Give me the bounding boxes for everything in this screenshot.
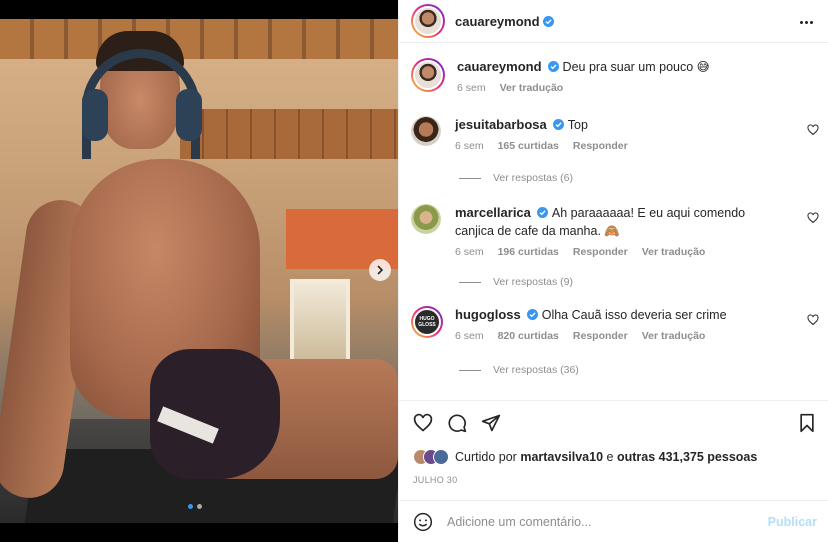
share-paper-plane-icon[interactable]: [481, 413, 501, 433]
verified-icon: [542, 15, 554, 27]
comment-time[interactable]: 6 sem: [455, 140, 484, 152]
translate-button[interactable]: Ver tradução: [642, 330, 706, 342]
likes-count-link[interactable]: outras 431,375 pessoas: [617, 450, 757, 464]
view-replies-button[interactable]: Ver respostas (9): [459, 276, 573, 288]
comment-avatar[interactable]: [411, 116, 441, 146]
verified-icon: [552, 119, 564, 130]
view-replies-button[interactable]: Ver respostas (36): [459, 364, 579, 376]
comment-text: Top: [567, 118, 588, 132]
carousel-dot: [197, 504, 202, 509]
like-comment-icon[interactable]: [807, 124, 819, 136]
comment-likes[interactable]: 196 curtidas: [498, 246, 559, 258]
emoji-icon[interactable]: [413, 512, 433, 532]
comment-avatar[interactable]: HUGO GLOSS: [411, 306, 443, 338]
carousel-indicator: [188, 504, 202, 509]
chevron-right-icon: [377, 265, 384, 275]
add-comment-bar: Adicione um comentário... Publicar: [399, 500, 828, 542]
caption-username[interactable]: cauareymond: [457, 59, 542, 74]
hugogloss-logo-text: HUGO GLOSS: [418, 316, 436, 328]
view-replies-button[interactable]: Ver respostas (6): [459, 172, 573, 184]
translate-button[interactable]: Ver tradução: [500, 82, 564, 94]
comments-list: cauareymond Deu pra suar um pouco 😅 6 sem…: [399, 44, 828, 399]
reply-button[interactable]: Responder: [573, 330, 628, 342]
post-date[interactable]: JULHO 30: [413, 475, 457, 485]
post-media: [0, 0, 398, 542]
carousel-dot: [188, 504, 193, 509]
verified-icon: [547, 61, 559, 72]
liker-username[interactable]: martavsilva10: [520, 450, 603, 464]
comment-text: Olha Cauã isso deveria ser crime: [541, 308, 727, 322]
like-comment-icon[interactable]: [807, 212, 819, 224]
author-avatar[interactable]: [411, 4, 445, 38]
reply-button[interactable]: Responder: [573, 246, 628, 258]
bookmark-icon[interactable]: [797, 413, 817, 433]
comment-username[interactable]: hugogloss: [455, 307, 521, 322]
verified-icon: [536, 207, 548, 218]
comment-likes[interactable]: 820 curtidas: [498, 330, 559, 342]
post-photo[interactable]: [0, 19, 398, 523]
liker-avatar: [433, 449, 449, 465]
post-actions: Curtido por martavsilva10 e outras 431,3…: [399, 400, 828, 500]
comment-input[interactable]: Adicione um comentário...: [447, 515, 768, 529]
reply-button[interactable]: Responder: [573, 140, 628, 152]
caption-text: Deu pra suar um pouco 😅: [562, 60, 710, 74]
comment-time[interactable]: 6 sem: [455, 330, 484, 342]
likes-summary: Curtido por martavsilva10 e outras 431,3…: [413, 449, 757, 465]
comment-username[interactable]: jesuitabarbosa: [455, 117, 547, 132]
author-username[interactable]: cauareymond: [455, 14, 540, 29]
translate-button[interactable]: Ver tradução: [642, 246, 706, 258]
more-dot-icon: [799, 20, 803, 24]
comment-bubble-icon[interactable]: [447, 413, 467, 433]
instagram-post: cauareymond cauareymond Deu pra suar um p…: [0, 0, 828, 542]
comment-avatar[interactable]: [411, 204, 441, 234]
comment-username[interactable]: marcellarica: [455, 205, 531, 220]
carousel-next-button[interactable]: [369, 259, 391, 281]
post-panel: cauareymond cauareymond Deu pra suar um p…: [398, 0, 828, 542]
caption-time[interactable]: 6 sem: [457, 82, 486, 94]
verified-icon: [526, 309, 538, 320]
like-comment-icon[interactable]: [807, 314, 819, 326]
post-header: cauareymond: [399, 0, 828, 43]
comment: marcellarica Ah paraaaaaa! E eu aqui come…: [411, 204, 821, 258]
comment: jesuitabarbosa Top 6 sem 165 curtidas Res…: [411, 116, 821, 152]
like-heart-icon[interactable]: [413, 413, 433, 433]
comment: HUGO GLOSS hugogloss Olha Cauã isso dever…: [411, 306, 821, 342]
comment-likes[interactable]: 165 curtidas: [498, 140, 559, 152]
more-options-button[interactable]: [797, 13, 815, 31]
caption-avatar[interactable]: [411, 58, 445, 92]
more-dot-icon: [804, 20, 808, 24]
caption: cauareymond Deu pra suar um pouco 😅 6 sem…: [411, 58, 821, 94]
comment-time[interactable]: 6 sem: [455, 246, 484, 258]
more-dot-icon: [809, 20, 813, 24]
publish-button[interactable]: Publicar: [768, 515, 817, 529]
